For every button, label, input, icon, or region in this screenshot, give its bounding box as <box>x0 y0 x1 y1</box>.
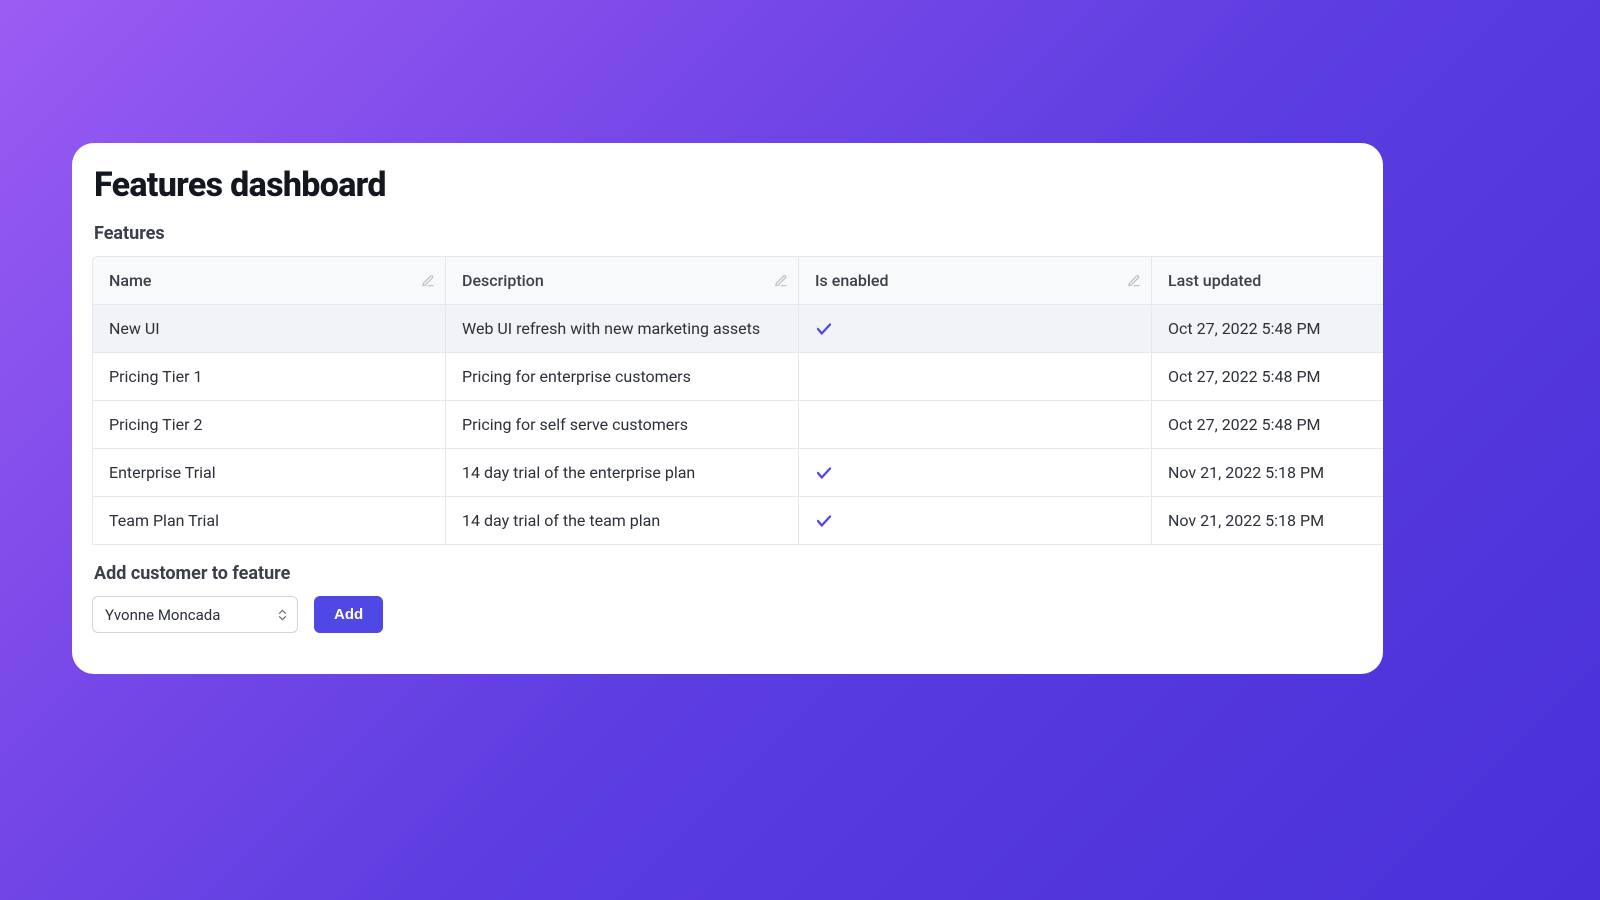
cell-name[interactable]: New UI <box>92 305 445 353</box>
cell-updated[interactable]: Nov 21, 2022 5:18 PM <box>1151 449 1383 497</box>
dashboard-card: Features dashboard Features Name Descrip… <box>72 143 1383 674</box>
check-icon <box>815 320 1135 338</box>
cell-enabled[interactable] <box>798 401 1151 449</box>
cell-updated[interactable]: Oct 27, 2022 5:48 PM <box>1151 401 1383 449</box>
cell-updated[interactable]: Oct 27, 2022 5:48 PM <box>1151 305 1383 353</box>
cell-enabled[interactable] <box>798 353 1151 401</box>
chevron-up-down-icon <box>278 609 287 620</box>
table-row[interactable]: Team Plan Trial14 day trial of the team … <box>92 497 1383 545</box>
cell-updated[interactable]: Oct 27, 2022 5:48 PM <box>1151 353 1383 401</box>
cell-enabled[interactable] <box>798 497 1151 545</box>
check-icon <box>815 464 1135 482</box>
table-row[interactable]: Pricing Tier 1Pricing for enterprise cus… <box>92 353 1383 401</box>
customer-select[interactable]: Yvonne Moncada <box>92 596 298 633</box>
add-customer-section-label: Add customer to feature <box>94 563 1383 584</box>
table-row[interactable]: Enterprise Trial14 day trial of the ente… <box>92 449 1383 497</box>
cell-description[interactable]: Web UI refresh with new marketing assets <box>445 305 798 353</box>
cell-description[interactable]: 14 day trial of the enterprise plan <box>445 449 798 497</box>
pencil-icon[interactable] <box>774 274 788 288</box>
check-icon <box>815 512 1135 530</box>
cell-name[interactable]: Pricing Tier 2 <box>92 401 445 449</box>
cell-description[interactable]: 14 day trial of the team plan <box>445 497 798 545</box>
cell-enabled[interactable] <box>798 449 1151 497</box>
cell-name[interactable]: Enterprise Trial <box>92 449 445 497</box>
page-title: Features dashboard <box>94 165 1383 205</box>
col-header-enabled[interactable]: Is enabled <box>798 256 1151 305</box>
cell-enabled[interactable] <box>798 305 1151 353</box>
col-header-name-text: Name <box>109 271 151 290</box>
features-table: Name Description Is enabled <box>92 256 1383 545</box>
pencil-icon[interactable] <box>1127 274 1141 288</box>
pencil-icon[interactable] <box>421 274 435 288</box>
col-header-updated-text: Last updated <box>1168 271 1261 290</box>
features-section-label: Features <box>94 223 1383 244</box>
cell-name[interactable]: Team Plan Trial <box>92 497 445 545</box>
col-header-description[interactable]: Description <box>445 256 798 305</box>
cell-updated[interactable]: Nov 21, 2022 5:18 PM <box>1151 497 1383 545</box>
col-header-description-text: Description <box>462 271 544 290</box>
cell-description[interactable]: Pricing for enterprise customers <box>445 353 798 401</box>
add-customer-form: Yvonne Moncada Add <box>92 596 1383 633</box>
cell-name[interactable]: Pricing Tier 1 <box>92 353 445 401</box>
table-row[interactable]: Pricing Tier 2Pricing for self serve cus… <box>92 401 1383 449</box>
col-header-updated[interactable]: Last updated <box>1151 256 1383 305</box>
cell-description[interactable]: Pricing for self serve customers <box>445 401 798 449</box>
add-button[interactable]: Add <box>314 596 383 633</box>
customer-select-value: Yvonne Moncada <box>105 606 220 624</box>
col-header-enabled-text: Is enabled <box>815 271 889 290</box>
col-header-name[interactable]: Name <box>92 256 445 305</box>
table-row[interactable]: New UIWeb UI refresh with new marketing … <box>92 305 1383 353</box>
